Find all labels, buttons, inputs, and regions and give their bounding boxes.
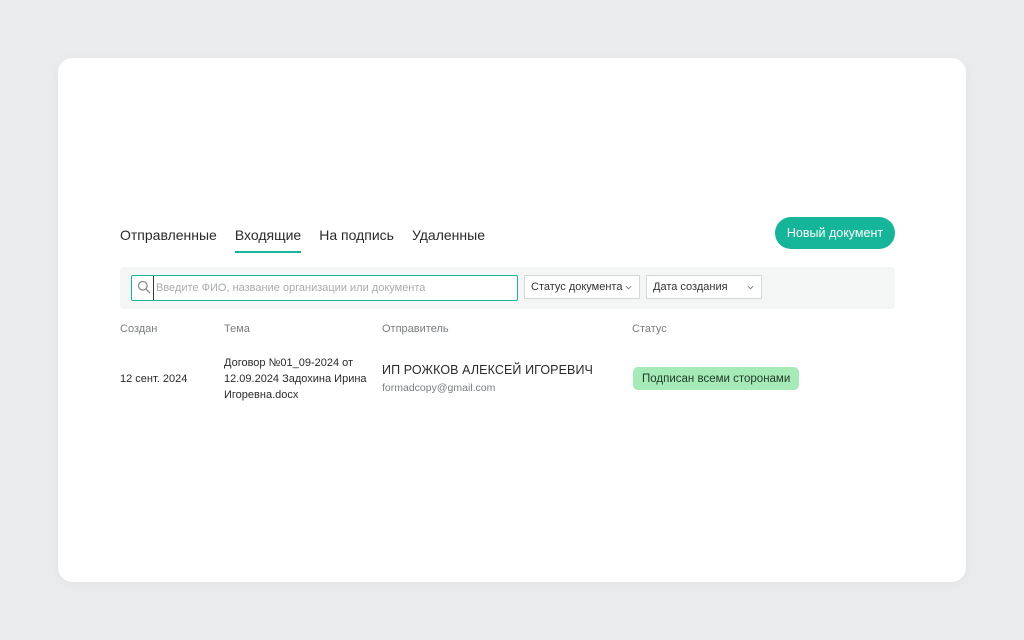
date-filter-dropdown[interactable]: Дата создания xyxy=(646,275,762,299)
chevron-down-icon xyxy=(625,285,632,290)
created-date: 12 сент. 2024 xyxy=(120,373,188,385)
search-icon xyxy=(137,280,151,294)
status-filter-dropdown[interactable]: Статус документа xyxy=(524,275,640,299)
filter-bar: Статус документа Дата создания xyxy=(120,267,895,309)
sender-name: ИП РОЖКОВ АЛЕКСЕЙ ИГОРЕВИЧ xyxy=(382,363,593,377)
tab-deleted[interactable]: Удаленные xyxy=(412,226,485,253)
search-input[interactable] xyxy=(153,276,516,300)
subject-line: Игоревна.docx xyxy=(224,389,299,401)
tab-to-sign[interactable]: На подпись xyxy=(319,226,394,253)
documents-panel: Отправленные Входящие На подпись Удаленн… xyxy=(58,58,966,582)
column-header-status: Статус xyxy=(632,323,667,335)
column-header-subject: Тема xyxy=(224,323,250,335)
document-tabs: Отправленные Входящие На подпись Удаленн… xyxy=(120,226,503,253)
subject-line: Договор №01_09-2024 от xyxy=(224,357,354,369)
tab-incoming[interactable]: Входящие xyxy=(234,226,302,253)
new-document-button[interactable]: Новый документ xyxy=(775,217,895,249)
sender-email: formadcopy@gmail.com xyxy=(382,382,496,394)
status-filter-label: Статус документа xyxy=(531,281,623,293)
date-filter-label: Дата создания xyxy=(653,281,728,293)
status-badge: Подписан всеми сторонами xyxy=(633,367,800,390)
chevron-down-icon xyxy=(747,285,754,290)
column-header-sender: Отправитель xyxy=(382,323,449,335)
document-subject[interactable]: Договор №01_09-2024 от 12.09.2024 Задохи… xyxy=(224,355,367,403)
column-header-created: Создан xyxy=(120,323,158,335)
subject-line: 12.09.2024 Задохина Ирина xyxy=(224,373,367,385)
tab-sent[interactable]: Отправленные xyxy=(120,226,217,253)
search-field xyxy=(131,275,518,301)
